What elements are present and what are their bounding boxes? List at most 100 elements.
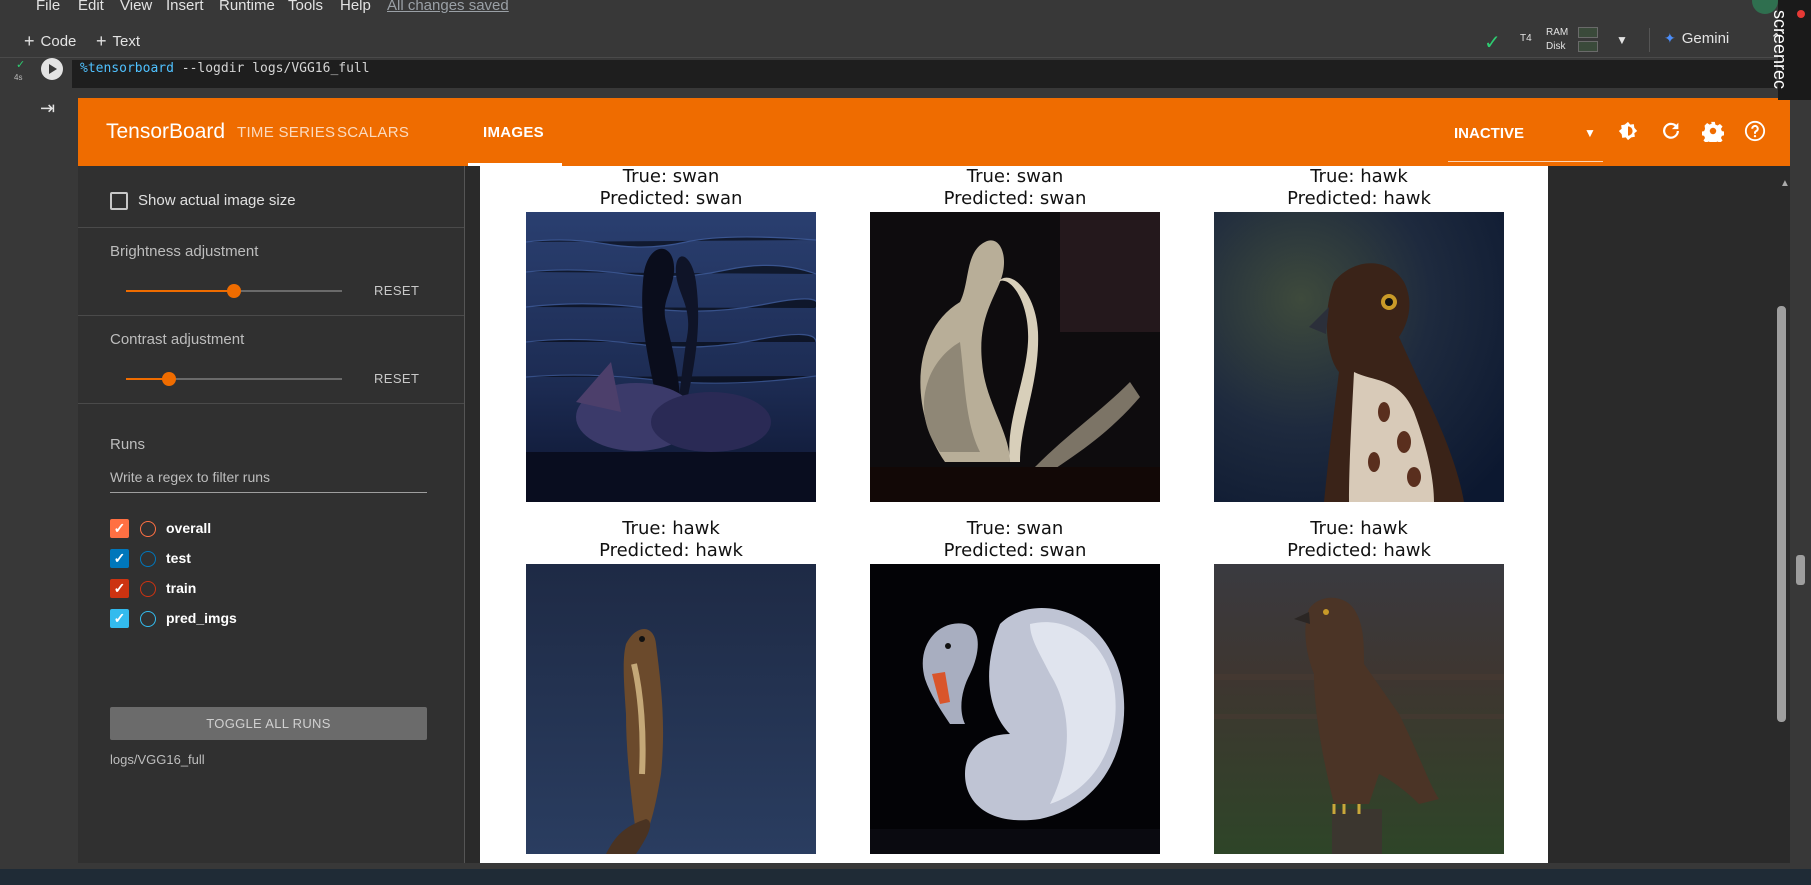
checkbox-checked-icon[interactable]: ✓ xyxy=(110,519,129,538)
theme-toggle-icon[interactable] xyxy=(1615,118,1641,144)
true-label: True: swan xyxy=(622,166,720,187)
help-icon[interactable] xyxy=(1742,118,1768,144)
contrast-label: Contrast adjustment xyxy=(110,331,245,348)
add-code-button[interactable]: + Code xyxy=(24,29,76,53)
runs-heading: Runs xyxy=(110,436,146,453)
add-code-label: Code xyxy=(40,32,77,50)
run-color-swatch[interactable] xyxy=(140,611,156,627)
brightness-section: Brightness adjustment RESET xyxy=(78,228,464,316)
contrast-reset-button[interactable]: RESET xyxy=(374,371,419,386)
menu-tools[interactable]: Tools xyxy=(288,0,323,14)
logdir-label: logs/VGG16_full xyxy=(110,752,205,767)
toggle-all-runs-button[interactable]: TOGGLE ALL RUNS xyxy=(110,707,427,740)
menu-view[interactable]: View xyxy=(120,0,152,14)
cell-gutter xyxy=(0,59,44,885)
gpu-label[interactable]: T4 xyxy=(1520,33,1532,44)
record-dot-icon xyxy=(1797,10,1805,18)
runtime-dropdown-icon[interactable]: ▼ xyxy=(1616,33,1628,47)
contrast-slider-track[interactable] xyxy=(168,378,342,380)
content-scrollbar-thumb[interactable] xyxy=(1777,306,1786,722)
output-menu-icon[interactable]: ⇥ xyxy=(40,98,55,119)
hawk-perched-icon[interactable] xyxy=(526,564,816,854)
screen-recorder-badge[interactable]: screenrec xyxy=(1770,0,1811,100)
checkbox-checked-icon[interactable]: ✓ xyxy=(110,579,129,598)
run-color-swatch[interactable] xyxy=(140,551,156,567)
predicted-label: Predicted: hawk xyxy=(1287,188,1431,209)
tab-scalars[interactable]: SCALARS xyxy=(337,124,409,141)
image-card: True: swan Predicted: swan xyxy=(870,518,1160,854)
scroll-up-icon[interactable]: ▲ xyxy=(1780,178,1790,189)
tensorboard-logo[interactable]: TensorBoard xyxy=(106,120,225,144)
tensorboard-header: TensorBoard TIME SERIES SCALARS IMAGES I… xyxy=(78,98,1790,166)
menu-help[interactable]: Help xyxy=(340,0,371,14)
hawk-on-post-icon[interactable] xyxy=(1214,564,1504,854)
two-swans-heart-icon[interactable] xyxy=(526,212,816,502)
menu-edit[interactable]: Edit xyxy=(78,0,104,14)
brightness-reset-button[interactable]: RESET xyxy=(374,283,419,298)
show-actual-size-label: Show actual image size xyxy=(138,192,296,209)
run-row-overall[interactable]: ✓ overall xyxy=(110,518,410,540)
tab-images[interactable]: IMAGES xyxy=(483,124,544,141)
code-args: --logdir logs/VGG16_full xyxy=(173,61,370,76)
menu-bar: File Edit View Insert Runtime Tools Help… xyxy=(0,0,1811,16)
plus-icon: + xyxy=(24,31,35,51)
resource-indicator[interactable]: RAM Disk xyxy=(1546,26,1568,54)
ram-meter xyxy=(1578,27,1598,38)
menu-file[interactable]: File xyxy=(36,0,60,14)
show-actual-size-checkbox[interactable] xyxy=(110,192,128,210)
add-text-button[interactable]: + Text xyxy=(96,29,140,53)
toolbar: + Code + Text ✓ T4 RAM Disk ▼ ✦ Gemini ⌃ xyxy=(0,22,1811,58)
disk-meter xyxy=(1578,41,1598,52)
true-label: True: hawk xyxy=(1310,518,1408,539)
swan-icon[interactable] xyxy=(870,564,1160,854)
image-card: True: swan Predicted: swan xyxy=(526,166,816,502)
inactive-dashboards-select[interactable]: INACTIVE ▼ xyxy=(1448,112,1603,162)
images-panel: True: swan Predicted: swan True: swan Pr… xyxy=(480,166,1548,863)
run-row-train[interactable]: ✓ train xyxy=(110,578,410,600)
true-label: True: swan xyxy=(966,518,1064,539)
predicted-label: Predicted: hawk xyxy=(599,540,743,561)
code-editor[interactable]: %tensorboard --logdir logs/VGG16_full xyxy=(72,60,1776,88)
image-card: True: hawk Predicted: hawk xyxy=(1214,166,1504,502)
two-swans-icon[interactable] xyxy=(870,212,1160,502)
save-status-link[interactable]: All changes saved xyxy=(387,0,509,14)
menu-runtime[interactable]: Runtime xyxy=(219,0,275,14)
play-icon xyxy=(49,64,57,74)
tab-time-series[interactable]: TIME SERIES xyxy=(237,124,335,141)
run-row-pred-imgs[interactable]: ✓ pred_imgs xyxy=(110,608,410,630)
image-size-section: Show actual image size xyxy=(78,166,464,228)
run-cell-button[interactable] xyxy=(41,58,63,80)
run-name: train xyxy=(166,580,197,596)
screen-recorder-label: screenrec xyxy=(1770,10,1790,90)
plus-icon: + xyxy=(96,31,107,51)
checkbox-checked-icon[interactable]: ✓ xyxy=(110,549,129,568)
toolbar-divider xyxy=(1649,28,1650,52)
run-name: pred_imgs xyxy=(166,610,237,626)
predicted-label: Predicted: hawk xyxy=(1287,540,1431,561)
brightness-slider-track[interactable] xyxy=(234,290,342,292)
brightness-slider-thumb[interactable] xyxy=(227,284,241,298)
contrast-section: Contrast adjustment RESET xyxy=(78,316,464,404)
menu-insert[interactable]: Insert xyxy=(166,0,204,14)
exec-success-icon: ✓ xyxy=(16,59,26,71)
contrast-slider-thumb[interactable] xyxy=(162,372,176,386)
image-card: True: swan Predicted: swan xyxy=(870,166,1160,502)
run-color-swatch[interactable] xyxy=(140,581,156,597)
run-filter-input[interactable]: Write a regex to filter runs xyxy=(110,463,427,493)
hawk-portrait-icon[interactable] xyxy=(1214,212,1504,502)
checkbox-checked-icon[interactable]: ✓ xyxy=(110,609,129,628)
predicted-label: Predicted: swan xyxy=(943,540,1087,561)
page-scrollbar-thumb[interactable] xyxy=(1796,555,1805,585)
run-row-test[interactable]: ✓ test xyxy=(110,548,410,570)
disk-label: Disk xyxy=(1546,41,1566,52)
settings-gear-icon[interactable] xyxy=(1700,118,1726,144)
true-label: True: swan xyxy=(966,166,1064,187)
dropdown-caret-icon: ▼ xyxy=(1584,126,1596,140)
predicted-label: Predicted: swan xyxy=(599,188,743,209)
reload-icon[interactable] xyxy=(1658,118,1684,144)
run-color-swatch[interactable] xyxy=(140,521,156,537)
gemini-button[interactable]: ✦ Gemini xyxy=(1664,30,1729,47)
true-label: True: hawk xyxy=(1310,166,1408,187)
code-magic: %tensorboard xyxy=(80,61,174,76)
add-text-label: Text xyxy=(112,32,141,50)
